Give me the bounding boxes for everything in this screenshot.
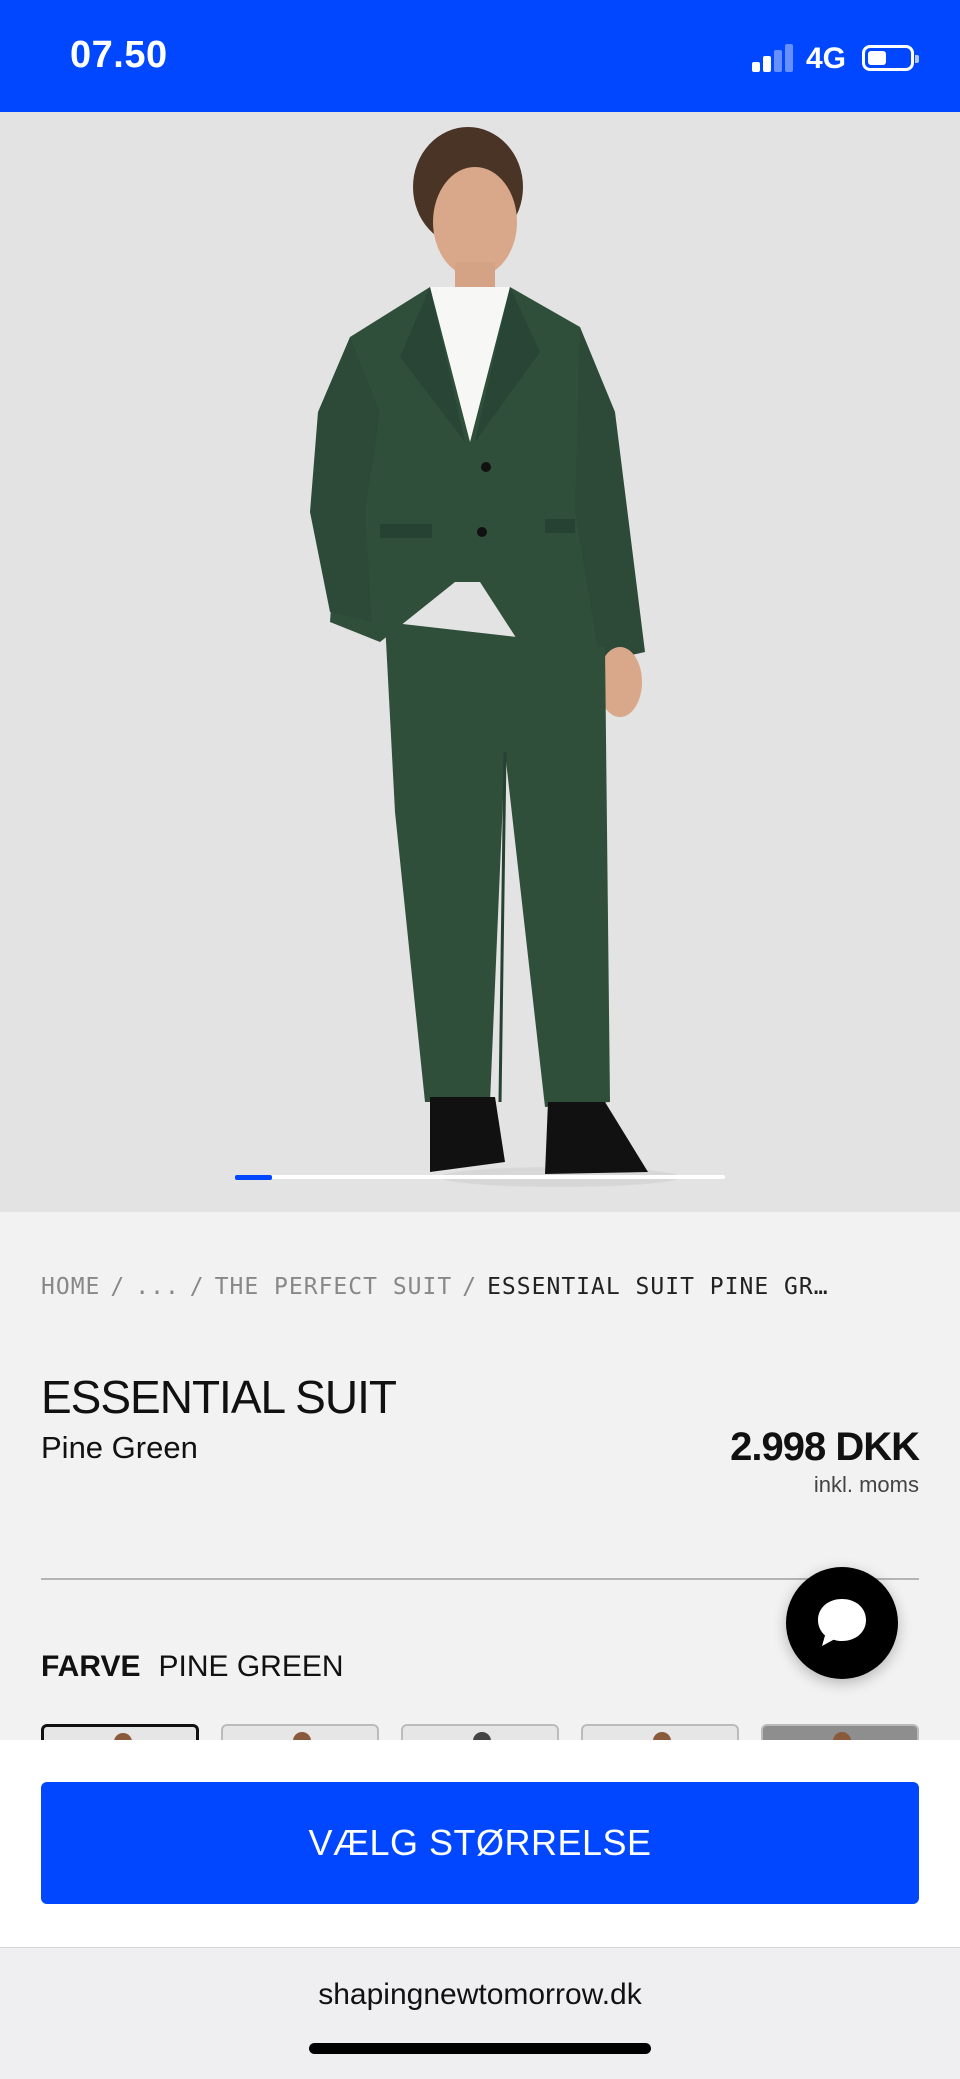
- gallery-progress-indicator: [235, 1175, 272, 1180]
- status-time: 07.50: [70, 34, 168, 76]
- color-value: PINE GREEN: [158, 1650, 344, 1683]
- product-color-name: Pine Green: [41, 1430, 198, 1465]
- color-label: FARVE: [41, 1650, 141, 1683]
- color-swatch[interactable]: [581, 1724, 739, 1740]
- breadcrumb-current: ESSENTIAL SUIT PINE GR…: [487, 1274, 829, 1300]
- chat-bubble-icon: [818, 1599, 866, 1646]
- price-vat-note: inkl. moms: [813, 1472, 919, 1497]
- cellular-signal-icon: [752, 44, 796, 72]
- battery-icon: [862, 45, 919, 71]
- breadcrumb-category[interactable]: THE PERFECT SUIT: [215, 1274, 453, 1300]
- browser-url-bar[interactable]: [0, 1947, 960, 2079]
- chat-button[interactable]: [786, 1567, 898, 1679]
- network-type: 4G: [806, 42, 847, 75]
- color-swatch[interactable]: [221, 1724, 379, 1740]
- color-swatch[interactable]: [41, 1724, 199, 1740]
- breadcrumb-home[interactable]: HOME: [41, 1274, 100, 1300]
- breadcrumb-ellipsis[interactable]: ...: [135, 1274, 180, 1300]
- gallery-progress-track: [235, 1175, 725, 1179]
- product-gallery[interactable]: [0, 112, 960, 1212]
- home-indicator[interactable]: [309, 2043, 651, 2054]
- app-root: 07.50 4G HOME / ... / THE PERFECT SUIT /…: [0, 0, 960, 2079]
- divider: [41, 1578, 919, 1580]
- breadcrumb: HOME /... / THE PERFECT SUIT / ESSENTIAL SUIT…: [41, 1274, 829, 1300]
- product-price: 2.998 DKK: [730, 1425, 920, 1469]
- battery-fill: [868, 51, 886, 65]
- product-title: ESSENTIAL SUIT: [41, 1371, 397, 1423]
- url-text[interactable]: shapingnewtomorrow.dk: [0, 1978, 960, 2012]
- color-swatch[interactable]: [401, 1724, 559, 1740]
- color-selector-label: FARVE PINE GREEN: [41, 1650, 344, 1684]
- color-swatches: [41, 1724, 919, 1740]
- status-bar: 07.50 4G: [0, 0, 960, 112]
- color-swatch[interactable]: [761, 1724, 919, 1740]
- select-size-button[interactable]: VÆLG STØRRELSE: [41, 1782, 919, 1904]
- product-image[interactable]: [0, 112, 960, 1212]
